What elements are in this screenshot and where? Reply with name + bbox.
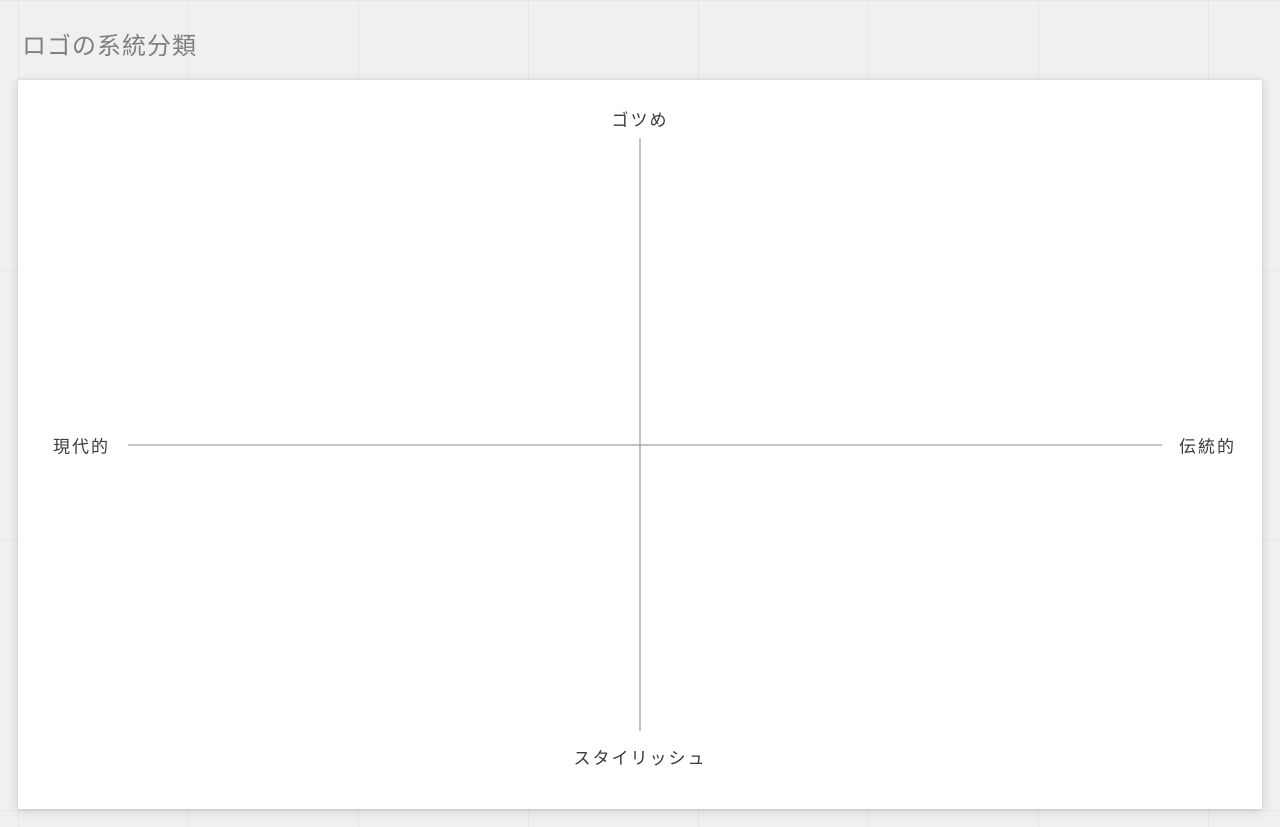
quadrant-diagram: ゴツめ スタイリッシュ 現代的 伝統的 [18,80,1262,809]
vertical-axis [640,138,641,731]
axis-label-right: 伝統的 [1179,432,1236,457]
horizontal-axis [128,444,1162,445]
page-title: ロゴの系統分類 [22,26,197,61]
quadrant-card: ゴツめ スタイリッシュ 現代的 伝統的 [18,80,1262,809]
axis-label-bottom: スタイリッシュ [574,744,707,769]
axis-label-left: 現代的 [53,432,110,457]
axis-label-top: ゴツめ [612,106,669,131]
